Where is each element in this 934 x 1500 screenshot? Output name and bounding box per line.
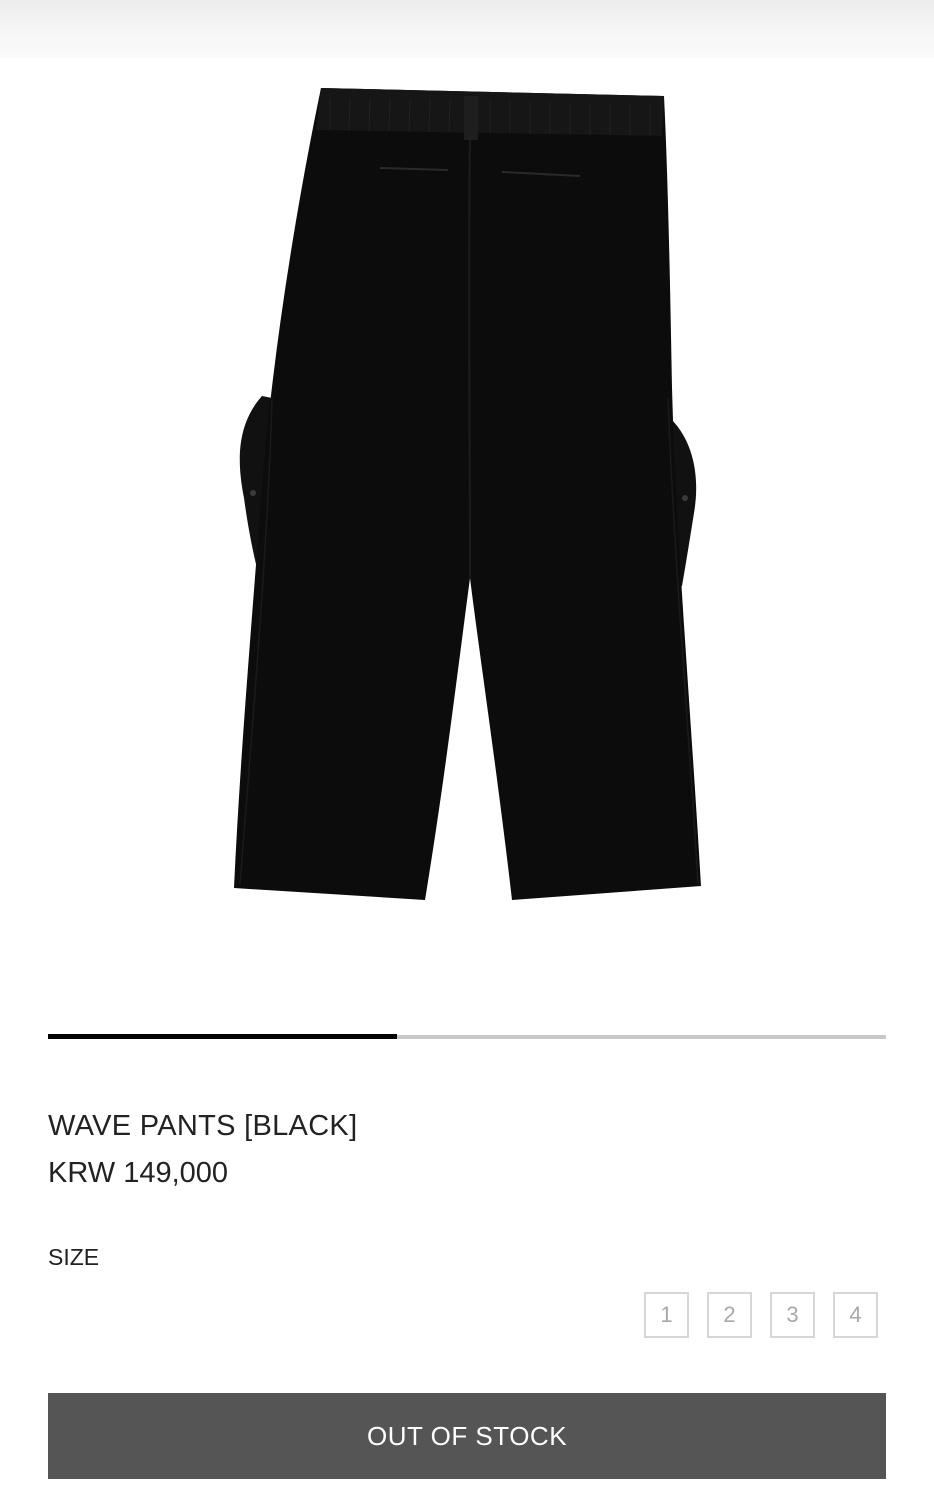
- out-of-stock-button[interactable]: OUT OF STOCK: [48, 1393, 886, 1479]
- product-image[interactable]: [0, 58, 934, 958]
- size-option-4[interactable]: 4: [833, 1292, 878, 1338]
- image-gallery-progress-fill: [48, 1034, 398, 1039]
- browser-top-bar: [0, 0, 934, 58]
- product-name: WAVE PANTS [BLACK]: [48, 1110, 358, 1142]
- size-label: SIZE: [48, 1244, 100, 1270]
- pants-illustration: [234, 88, 701, 900]
- size-option-2[interactable]: 2: [707, 1292, 752, 1338]
- product-price: KRW 149,000: [48, 1157, 229, 1189]
- image-gallery-progress-bar[interactable]: [48, 1034, 886, 1039]
- size-options: 1 2 3 4: [644, 1292, 878, 1338]
- size-option-1[interactable]: 1: [644, 1292, 689, 1338]
- size-option-3[interactable]: 3: [770, 1292, 815, 1338]
